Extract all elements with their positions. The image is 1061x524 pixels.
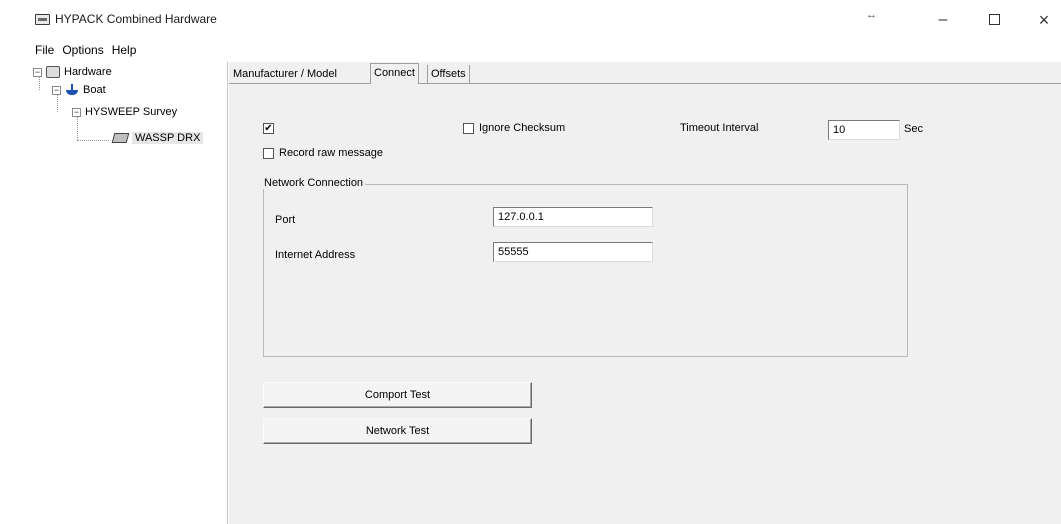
ignore-checksum-checkbox[interactable] — [463, 123, 474, 134]
tree-node-hysweep-survey[interactable]: − HYSWEEP Survey — [72, 106, 177, 118]
menu-file[interactable]: File — [35, 41, 54, 59]
menu-options[interactable]: Options — [62, 41, 103, 59]
tree-node-label: Boat — [83, 84, 106, 96]
tab-connect[interactable]: Connect — [370, 63, 419, 84]
comport-test-button[interactable]: Comport Test — [263, 382, 532, 408]
enabled-checkbox[interactable]: ✔ — [263, 123, 274, 134]
boat-icon — [65, 84, 79, 96]
tree-node-hardware[interactable]: − Hardware — [33, 66, 112, 78]
timeout-interval-input[interactable] — [828, 120, 900, 140]
record-raw-checkbox[interactable] — [263, 148, 274, 159]
collapse-icon[interactable]: − — [52, 85, 61, 95]
tree-node-boat[interactable]: − Boat — [52, 84, 106, 96]
timeout-unit-label: Sec — [904, 123, 923, 135]
internet-address-label: Internet Address — [275, 249, 356, 261]
resize-icon: ↔ — [866, 9, 877, 21]
close-button[interactable]: × — [1029, 8, 1059, 32]
device-icon — [111, 133, 130, 143]
tab-offsets[interactable]: Offsets — [427, 65, 470, 84]
tree-node-label: Hardware — [64, 66, 112, 78]
record-raw-label: Record raw message — [279, 147, 383, 159]
tab-manufacturer-model[interactable]: Manufacturer / Model — [230, 65, 340, 84]
tab-divider — [229, 83, 1061, 84]
hardware-tree: − Hardware − Boat − HYSWEEP Survey WASSP… — [29, 62, 228, 524]
tree-node-wassp-drx[interactable]: WASSP DRX — [111, 132, 204, 144]
title-bar: HYPACK Combined Hardware ↔ – × — [0, 0, 1061, 40]
port-label: Port — [275, 214, 296, 226]
hardware-icon — [35, 14, 50, 25]
tree-node-label: WASSP DRX — [132, 132, 204, 144]
network-test-button[interactable]: Network Test — [263, 418, 532, 444]
tree-node-label: HYSWEEP Survey — [85, 106, 178, 118]
collapse-icon[interactable]: − — [72, 107, 81, 117]
collapse-icon[interactable]: − — [33, 67, 42, 77]
menu-help[interactable]: Help — [112, 41, 137, 59]
ignore-checksum-label: Ignore Checksum — [479, 122, 566, 134]
menu-bar: File Options Help — [35, 41, 136, 59]
timeout-interval-label: Timeout Interval — [680, 122, 759, 134]
internet-address-input[interactable] — [493, 242, 653, 262]
settings-panel: Manufacturer / Model Connect Offsets ✔ I… — [229, 62, 1061, 524]
maximize-button[interactable] — [979, 8, 1009, 32]
tree-connector — [39, 76, 40, 90]
minimize-button[interactable]: – — [928, 8, 958, 32]
tab-strip: Manufacturer / Model Connect Offsets — [229, 62, 1061, 84]
window-title: HYPACK Combined Hardware — [55, 12, 217, 26]
maximize-icon — [988, 14, 1000, 25]
tree-connector — [77, 140, 109, 141]
port-input[interactable] — [493, 207, 653, 227]
hardware-icon — [46, 66, 60, 78]
network-connection-title: Network Connection — [262, 177, 366, 189]
